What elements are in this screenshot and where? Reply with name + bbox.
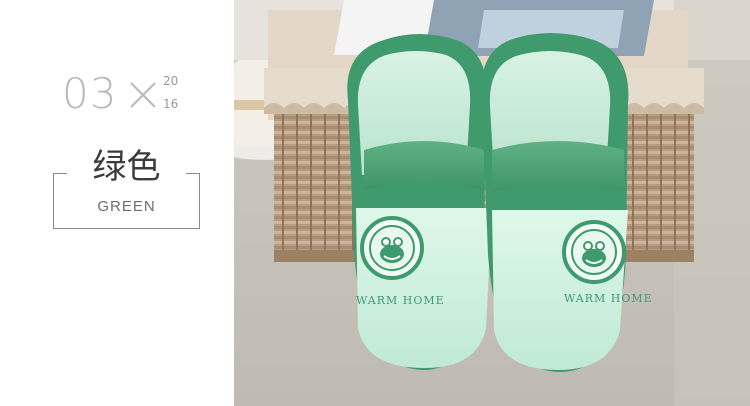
- multiply-icon: [130, 82, 156, 108]
- right-slipper: [481, 33, 629, 372]
- color-name-cn: 绿色: [92, 147, 161, 187]
- left-slipper: [347, 34, 492, 370]
- left-slipper-text: WARM HOME: [356, 294, 445, 307]
- slippers-illustration: WARM HOME WARM HOME: [234, 0, 750, 406]
- color-number: 03: [62, 69, 118, 118]
- year-top: 20: [163, 74, 179, 88]
- right-slipper-text: WARM HOME: [564, 292, 653, 305]
- product-photo: WARM HOME WARM HOME: [234, 0, 750, 406]
- color-name-en: GREEN: [97, 198, 156, 215]
- color-label-panel: 03 20 16 绿色 GREEN: [0, 0, 234, 406]
- year-bottom: 16: [163, 97, 179, 111]
